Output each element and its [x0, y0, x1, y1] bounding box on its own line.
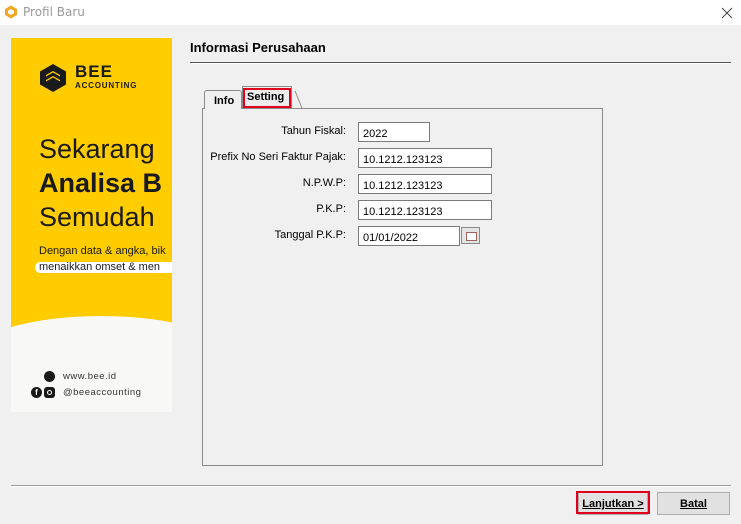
pkp-label: P.K.P: — [316, 203, 346, 215]
instagram-icon — [44, 387, 55, 398]
banner-headline-1: Sekarang — [39, 134, 155, 164]
bee-logo-icon — [40, 64, 66, 92]
tanggal-pkp-label: Tanggal P.K.P: — [274, 229, 346, 241]
tahun-fiskal-input[interactable] — [358, 122, 430, 142]
banner-desc-1: Dengan data & angka, bik — [39, 245, 166, 257]
banner-social: @beeaccounting — [63, 387, 142, 398]
tab-info[interactable]: Info — [204, 90, 242, 109]
banner-headline-3: Semudah — [39, 202, 155, 232]
next-button[interactable]: Lanjutkan > — [578, 492, 648, 515]
window-title: Profil Baru — [23, 5, 85, 19]
banner-headline-2: Analisa B — [39, 168, 163, 198]
npwp-label: N.P.W.P: — [302, 177, 346, 189]
close-icon — [721, 7, 732, 18]
bee-app-icon — [5, 5, 17, 19]
tanggal-pkp-input[interactable] — [358, 226, 460, 246]
promo-banner: BEE ACCOUNTING Sekarang Analisa B Semuda… — [11, 38, 172, 412]
brand-name: BEE — [75, 62, 113, 81]
cancel-button[interactable]: Batal — [657, 492, 730, 515]
banner-desc-2: menaikkan omset & men — [39, 261, 161, 273]
npwp-input[interactable] — [358, 174, 492, 194]
tahun-fiskal-label: Tahun Fiskal: — [281, 125, 346, 137]
calendar-icon[interactable] — [461, 227, 480, 244]
globe-icon — [44, 371, 55, 382]
brand-subtitle: ACCOUNTING — [75, 81, 138, 90]
prefix-faktur-input[interactable] — [358, 148, 492, 168]
close-button[interactable] — [712, 0, 741, 25]
facebook-icon: f — [31, 387, 42, 398]
title-bar: Profil Baru — [0, 0, 741, 25]
banner-website: www.bee.id — [63, 371, 117, 382]
tab-setting[interactable]: Setting — [242, 86, 292, 108]
pkp-input[interactable] — [358, 200, 492, 220]
prefix-faktur-label: Prefix No Seri Faktur Pajak: — [210, 151, 346, 163]
section-title: Informasi Perusahaan — [190, 40, 326, 55]
footer-divider-highlight — [11, 486, 731, 487]
section-divider-highlight — [190, 63, 731, 64]
